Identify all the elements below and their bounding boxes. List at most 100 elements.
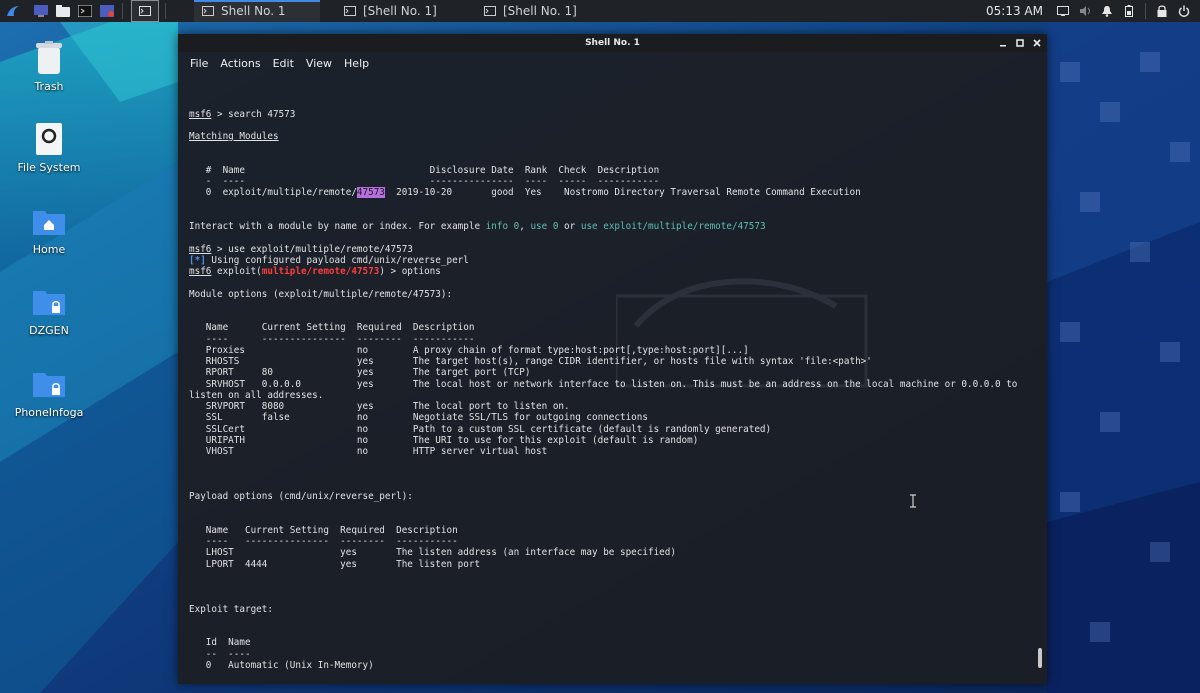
- table-row: LHOST yes The listen address (an interfa…: [189, 547, 676, 559]
- desktop-icon: [34, 5, 48, 17]
- kali-dragon-icon: [7, 6, 19, 16]
- locked-folder-icon: [31, 366, 67, 402]
- terminal-line: msf6 exploit(multiple/remote/47573) > op…: [189, 266, 1029, 277]
- task-label: [Shell No. 1]: [503, 4, 577, 18]
- battery-icon[interactable]: [1123, 5, 1135, 17]
- desktop-icon-trash[interactable]: Trash: [14, 40, 84, 93]
- terminal-line: msf6 > use exploit/multiple/remote/47573: [189, 244, 1029, 255]
- table-row: listen on all addresses.: [189, 389, 324, 401]
- browser-icon: [100, 5, 114, 17]
- power-icon[interactable]: [1178, 5, 1190, 17]
- terminal-icon: [78, 5, 92, 17]
- task-shell-2[interactable]: [Shell No. 1]: [336, 0, 462, 22]
- table-header: # Name Disclosure Date Rank Check Descri…: [189, 164, 660, 176]
- prompt: msf6: [189, 108, 212, 120]
- file-manager-launcher[interactable]: [54, 2, 72, 20]
- desktop-icon-dzgen[interactable]: DZGEN: [14, 284, 84, 337]
- module-path: 0 exploit/multiple/remote/: [189, 187, 357, 199]
- terminal-output[interactable]: msf6 > search 47573 Matching Modules # Na…: [189, 86, 1029, 678]
- maximize-button[interactable]: [1015, 39, 1024, 48]
- module-details: 2019-10-20 good Yes Nostromo Directory T…: [384, 187, 861, 199]
- volume-icon[interactable]: [1079, 5, 1091, 17]
- trash-icon: [31, 40, 67, 76]
- terminal-icon: [344, 6, 356, 16]
- info-text: Using configured payload cmd/unix/revers…: [205, 254, 469, 266]
- close-button[interactable]: [1032, 39, 1041, 48]
- window-titlebar[interactable]: Shell No. 1: [178, 34, 1047, 52]
- table-row: SRVPORT 8080 yes The local port to liste…: [189, 401, 570, 412]
- table-row: 0 exploit/multiple/remote/47573 2019-10-…: [189, 187, 1029, 199]
- menu-bar: File Actions Edit View Help: [178, 52, 1047, 74]
- table-underline: - ---- --------------- ---- ----- ------…: [189, 176, 660, 187]
- hint-command: use 0: [530, 221, 559, 232]
- menu-help[interactable]: Help: [338, 57, 375, 70]
- terminal-icon: [484, 6, 496, 16]
- terminal-scrollbar[interactable]: [1038, 648, 1042, 668]
- workspace-switcher[interactable]: [131, 0, 159, 22]
- task-shell-3[interactable]: [Shell No. 1]: [476, 0, 602, 22]
- panel-separator: [165, 3, 166, 19]
- minimize-icon: [999, 45, 1006, 47]
- task-shell-1[interactable]: Shell No. 1: [194, 0, 320, 22]
- terminal-line: [*] Using configured payload cmd/unix/re…: [189, 255, 1029, 266]
- desktop-icon-file-system[interactable]: File System: [14, 121, 84, 174]
- clock[interactable]: 05:13 AM: [986, 4, 1043, 18]
- prompt-module: multiple/remote/47573: [261, 266, 380, 277]
- menu-file[interactable]: File: [184, 57, 214, 70]
- browser-launcher[interactable]: [98, 2, 116, 20]
- desktop-icon-label: DZGEN: [29, 324, 69, 337]
- hint-command: use exploit/multiple/remote/47573: [580, 221, 766, 232]
- terminal-window[interactable]: Shell No. 1 File Actions Edit View Help …: [178, 34, 1047, 684]
- applications-menu-button[interactable]: [0, 0, 26, 22]
- close-icon: [1032, 39, 1041, 47]
- table-underline: -- ----: [189, 648, 251, 660]
- table-row: SSL false no Negotiate SSL/TLS for outgo…: [189, 412, 648, 424]
- table-row: RPORT 80 yes The target port (TCP): [189, 367, 531, 379]
- prompt-context: exploit(: [211, 266, 262, 277]
- hint-text: ,: [519, 221, 531, 232]
- top-panel: Shell No. 1 [Shell No. 1] [Shell No. 1] …: [0, 0, 1200, 22]
- minimize-button[interactable]: [998, 39, 1007, 48]
- menu-view[interactable]: View: [300, 57, 338, 70]
- table-row: URIPATH no The URI to use for this explo…: [189, 434, 699, 446]
- table-row: LPORT 4444 yes The listen port: [189, 558, 481, 570]
- table-row: Proxies no A proxy chain of format type:…: [189, 344, 749, 356]
- desktop-icon-label: PhoneInfoga: [14, 406, 84, 419]
- terminal-launcher[interactable]: [76, 2, 94, 20]
- section-title: Module options (exploit/multiple/remote/…: [189, 288, 453, 300]
- ibeam-cursor-icon: [910, 494, 916, 508]
- command-text: > search 47573: [211, 108, 296, 120]
- terminal-line: msf6 > search 47573: [189, 109, 1029, 120]
- menu-edit[interactable]: Edit: [267, 57, 300, 70]
- show-desktop-launcher[interactable]: [32, 2, 50, 20]
- prompt: msf6: [189, 243, 212, 255]
- table-header: Id Name: [189, 637, 251, 649]
- hint-text: or: [558, 221, 581, 232]
- table-header: Name Current Setting Required Descriptio…: [189, 322, 475, 334]
- section-title: Payload options (cmd/unix/reverse_perl):: [189, 491, 413, 502]
- display-icon[interactable]: [1057, 5, 1069, 17]
- window-icon: [139, 6, 151, 16]
- desktop-icon-phoneinfoga[interactable]: PhoneInfoga: [14, 366, 84, 419]
- notifications-icon[interactable]: [1101, 5, 1113, 17]
- prompt: msf6: [189, 266, 212, 277]
- desktop-icon-label: Trash: [34, 80, 64, 93]
- lock-screen-icon[interactable]: [1156, 5, 1168, 17]
- panel-separator: [122, 3, 123, 19]
- terminal-icon: [202, 6, 214, 16]
- desktop-icon-home[interactable]: Home: [14, 203, 84, 256]
- table-row: SSLCert no Path to a custom SSL certific…: [189, 423, 772, 435]
- menu-actions[interactable]: Actions: [214, 57, 266, 70]
